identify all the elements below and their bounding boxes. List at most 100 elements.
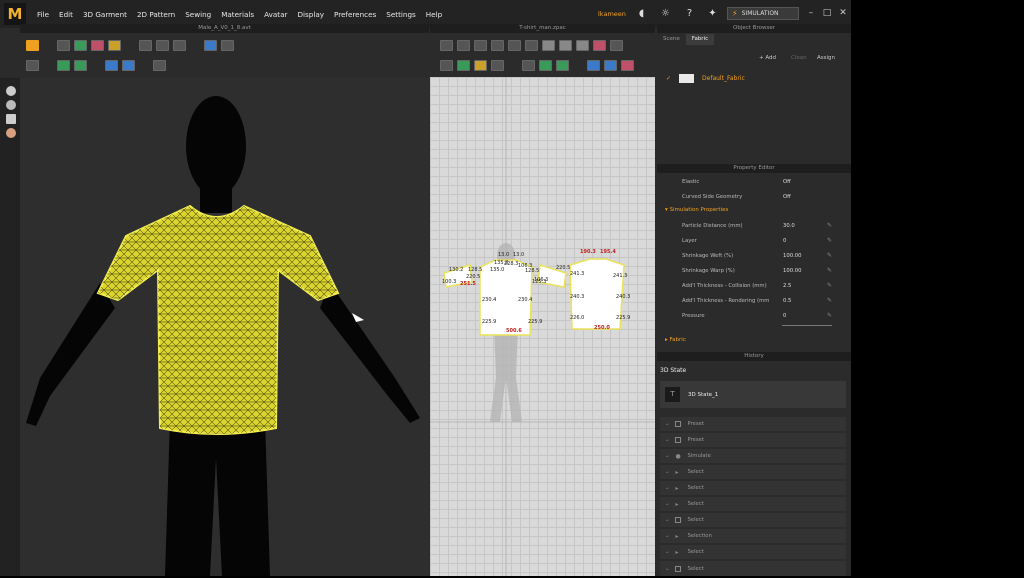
- shirt-icon[interactable]: [204, 39, 217, 51]
- tack-icon[interactable]: [156, 39, 169, 51]
- skin-display-icon[interactable]: [6, 128, 16, 138]
- history-row[interactable]: ⌄ ▸ Select: [660, 497, 846, 511]
- menu-display[interactable]: Display: [297, 10, 324, 19]
- pressure-slider[interactable]: [782, 325, 832, 326]
- close-icon[interactable]: ✕: [838, 8, 848, 18]
- history-row[interactable]: ⌄ ▸ Select: [660, 481, 846, 495]
- property-row[interactable]: Particle Distance (mm) 30.0 ✎: [657, 219, 851, 234]
- property-value[interactable]: 30.0: [783, 223, 795, 229]
- menu-2d-pattern[interactable]: 2D Pattern: [137, 10, 175, 19]
- garment-display-icon[interactable]: [6, 114, 16, 124]
- edit-icon[interactable]: ✎: [827, 297, 832, 304]
- clean-button[interactable]: Clean: [791, 55, 807, 61]
- fabric-section[interactable]: ▸ Fabric: [665, 337, 686, 343]
- simulation-button[interactable]: ⚡ SIMULATION: [727, 7, 799, 20]
- property-row[interactable]: Shrinkage Weft (%) 100.00 ✎: [657, 249, 851, 264]
- internal-shape-icon[interactable]: [542, 39, 555, 51]
- tab-fabric[interactable]: Fabric: [685, 34, 715, 45]
- simulation-properties-section[interactable]: ▾ Simulation Properties: [665, 207, 728, 213]
- settings-icon[interactable]: ☼: [660, 8, 671, 19]
- assign-button[interactable]: Assign: [817, 55, 835, 61]
- property-row[interactable]: Curved Side Geometry Off: [657, 190, 851, 205]
- select-mesh-icon[interactable]: [57, 39, 70, 51]
- check-sewing-icon[interactable]: [491, 59, 504, 71]
- arrange-icon[interactable]: [26, 59, 39, 71]
- menu-3d-garment[interactable]: 3D Garment: [83, 10, 127, 19]
- property-row[interactable]: Add'l Thickness - Rendering (mm 0.5 ✎: [657, 294, 851, 309]
- needle-icon[interactable]: [139, 39, 152, 51]
- segment-sewing-icon[interactable]: [440, 59, 453, 71]
- transform-pattern-icon[interactable]: [440, 39, 453, 51]
- garment-icon-2[interactable]: [91, 39, 104, 51]
- edit-texture-icon[interactable]: [539, 59, 552, 71]
- history-row[interactable]: ⌄ Preset: [660, 433, 846, 447]
- brush-icon[interactable]: [105, 59, 118, 71]
- mm-sewing-icon[interactable]: [474, 59, 487, 71]
- tape-icon[interactable]: [173, 39, 186, 51]
- history-row[interactable]: ⌄ ▸ Selection: [660, 529, 846, 543]
- menu-preferences[interactable]: Preferences: [334, 10, 376, 19]
- fabric-item[interactable]: ✓ Default_Fabric: [657, 70, 851, 86]
- username[interactable]: lkameen: [598, 10, 626, 18]
- edit-icon[interactable]: ✎: [827, 312, 832, 319]
- property-value[interactable]: 100.00: [783, 253, 802, 259]
- help-icon[interactable]: ?: [684, 8, 695, 19]
- garment-icon[interactable]: [74, 39, 87, 51]
- edit-curve-icon[interactable]: [474, 39, 487, 51]
- history-row[interactable]: ⌄ Select: [660, 513, 846, 527]
- property-value[interactable]: 0.5: [783, 298, 791, 304]
- history-row[interactable]: ⌄ ▸ Select: [660, 545, 846, 559]
- menu-sewing[interactable]: Sewing: [185, 10, 211, 19]
- edit-pattern-icon[interactable]: [457, 39, 470, 51]
- menu-file[interactable]: File: [37, 10, 49, 19]
- menu-materials[interactable]: Materials: [221, 10, 254, 19]
- notch-icon[interactable]: [593, 39, 606, 51]
- fold-icon[interactable]: [221, 39, 234, 51]
- avatar-display-icon[interactable]: [6, 86, 16, 96]
- pin-icon[interactable]: [108, 39, 121, 51]
- sound-icon[interactable]: ◖: [636, 8, 647, 19]
- line-icon[interactable]: [74, 59, 87, 71]
- 2d-pattern-window[interactable]: 13.0 13.0 228.3 106.3 100.3 135.0 128.5 …: [430, 77, 655, 576]
- edit-icon[interactable]: ✎: [827, 267, 832, 274]
- dart-icon[interactable]: [559, 39, 572, 51]
- property-value[interactable]: 0: [783, 313, 786, 319]
- avatar-hide-icon[interactable]: [6, 100, 16, 110]
- point-icon[interactable]: [57, 59, 70, 71]
- menu-settings[interactable]: Settings: [386, 10, 415, 19]
- buttonhole-icon[interactable]: [604, 59, 617, 71]
- zipper-icon[interactable]: [153, 59, 166, 71]
- button-icon[interactable]: [587, 59, 600, 71]
- property-value[interactable]: 0: [783, 238, 786, 244]
- history-row[interactable]: ⌄ ● Simulate: [660, 449, 846, 463]
- maximize-icon[interactable]: □: [822, 8, 832, 18]
- tab-scene[interactable]: Scene: [657, 34, 686, 45]
- graphic-icon[interactable]: [556, 59, 569, 71]
- measure-icon[interactable]: [122, 59, 135, 71]
- fold-arrange-icon[interactable]: [610, 39, 623, 51]
- polygon-icon[interactable]: [491, 39, 504, 51]
- trace-icon[interactable]: [576, 39, 589, 51]
- property-row[interactable]: Layer 0 ✎: [657, 234, 851, 249]
- 3d-viewport[interactable]: [20, 78, 429, 576]
- property-value[interactable]: 100.00: [783, 268, 802, 274]
- free-sewing-icon[interactable]: [457, 59, 470, 71]
- property-row[interactable]: Add'l Thickness - Collision (mm) 2.5 ✎: [657, 279, 851, 294]
- history-row[interactable]: ⌄ Preset: [660, 417, 846, 431]
- add-button[interactable]: + Add: [759, 55, 776, 61]
- topstitch-icon[interactable]: [621, 59, 634, 71]
- menu-avatar[interactable]: Avatar: [264, 10, 287, 19]
- history-state-item[interactable]: ⊤ 3D State_1: [660, 381, 846, 408]
- edit-icon[interactable]: ✎: [827, 237, 832, 244]
- edit-icon[interactable]: ✎: [827, 222, 832, 229]
- edit-icon[interactable]: ✎: [827, 252, 832, 259]
- property-row[interactable]: Elastic Off: [657, 175, 851, 190]
- user-icon[interactable]: ✦: [707, 8, 718, 19]
- circle-icon[interactable]: [525, 39, 538, 51]
- property-row[interactable]: Pressure 0 ✎: [657, 309, 851, 324]
- rectangle-icon[interactable]: [508, 39, 521, 51]
- history-row[interactable]: ⌄ Select: [660, 561, 846, 576]
- menu-help[interactable]: Help: [426, 10, 442, 19]
- texture-icon[interactable]: [522, 59, 535, 71]
- property-row[interactable]: Shrinkage Warp (%) 100.00 ✎: [657, 264, 851, 279]
